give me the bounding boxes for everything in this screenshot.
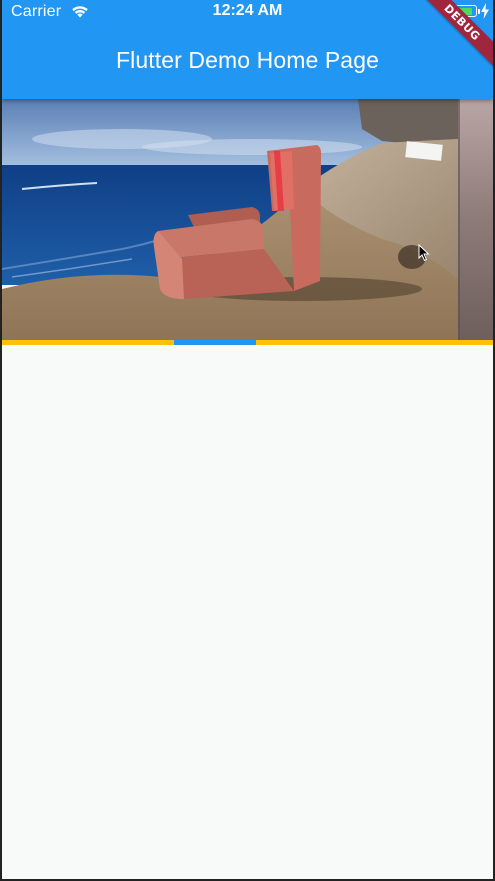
armchair-on-cliff-photo	[2, 99, 493, 340]
status-time: 12:24 AM	[212, 2, 283, 19]
page-title: Flutter Demo Home Page	[116, 47, 379, 73]
carousel-indicator	[2, 340, 493, 345]
phone-screen: Carrier 12:24 AM Flutter Demo Home Page …	[0, 0, 495, 881]
app-bar: Carrier 12:24 AM Flutter Demo Home Page	[2, 0, 493, 99]
bolt-icon	[481, 3, 489, 19]
status-bar: Carrier 12:24 AM	[2, 0, 493, 24]
image-carousel[interactable]	[2, 99, 493, 340]
carousel-indicator-active	[174, 340, 256, 345]
mouse-cursor-icon	[418, 244, 430, 262]
page-body	[2, 345, 493, 879]
